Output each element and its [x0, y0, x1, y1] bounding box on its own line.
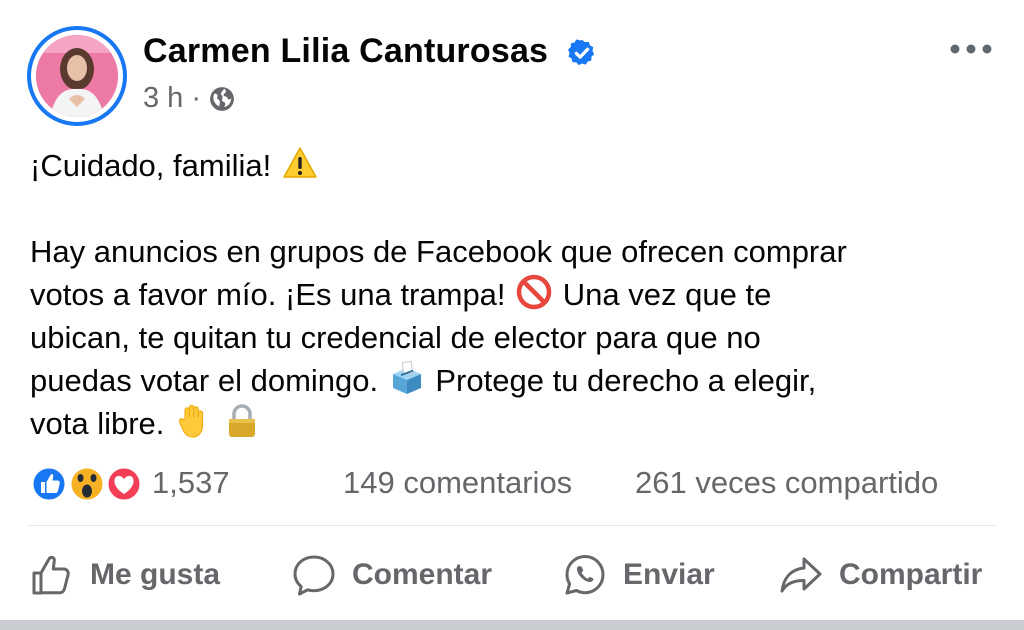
- post-text-line: puedas votar el domingo. Protege tu dere…: [30, 359, 816, 402]
- share-button[interactable]: Compartir: [779, 552, 982, 598]
- author-name[interactable]: Carmen Lilia Canturosas: [143, 32, 548, 71]
- comment-label: Comentar: [352, 558, 493, 591]
- verified-badge-icon: [568, 39, 595, 66]
- post-separator-bar: [0, 620, 1024, 630]
- post-text-segment: vota libre.: [30, 406, 165, 441]
- more-options-icon[interactable]: [948, 34, 994, 64]
- whatsapp-icon: [565, 555, 605, 595]
- post-text-segment: Protege tu derecho a elegir,: [435, 363, 817, 398]
- comment-button[interactable]: Comentar: [292, 552, 492, 598]
- reaction-icons[interactable]: [28, 464, 148, 504]
- divider: [28, 525, 996, 526]
- post-text-segment: votos a favor mío. ¡Es una trampa!: [30, 277, 506, 312]
- post-text-segment: puedas votar el domingo.: [30, 363, 379, 398]
- post-text-segment: ¡Cuidado, familia!: [30, 148, 272, 183]
- love-reaction-icon: [105, 465, 143, 503]
- send-label: Enviar: [623, 558, 715, 591]
- post-text-line: Hay anuncios en grupos de Facebook que o…: [30, 234, 847, 269]
- share-count[interactable]: 261 veces compartido: [635, 465, 938, 501]
- like-reaction-icon: [30, 465, 68, 503]
- comment-count[interactable]: 149 comentarios: [343, 465, 572, 501]
- globe-icon: [210, 86, 234, 111]
- share-label: Compartir: [839, 558, 983, 591]
- wow-reaction-icon: [68, 465, 106, 503]
- post-time[interactable]: 3 h: [143, 82, 183, 115]
- comment-bubble-icon: [293, 555, 335, 596]
- post-text-line: ubican, te quitan tu credencial de elect…: [30, 320, 761, 355]
- locked-emoji-icon: [228, 404, 255, 437]
- ballot-box-emoji-icon: [392, 360, 421, 394]
- post-text-line: ¡Cuidado, familia!: [30, 144, 320, 187]
- prohibited-emoji-icon: [516, 274, 552, 310]
- thumbs-up-icon: [32, 555, 70, 595]
- reaction-count[interactable]: 1,537: [152, 465, 230, 501]
- avatar-photo: [36, 35, 118, 117]
- raised-hand-emoji-icon: [178, 404, 204, 438]
- meta-separator: ·: [191, 82, 201, 114]
- warning-emoji-icon: [283, 147, 317, 178]
- send-button[interactable]: Enviar: [563, 552, 715, 598]
- post-text-segment: Una vez que te: [562, 277, 772, 312]
- author-avatar[interactable]: [27, 26, 127, 126]
- post-text-line: vota libre.: [30, 402, 262, 445]
- post-meta: 3 h ·: [143, 82, 235, 115]
- like-label: Me gusta: [90, 558, 221, 591]
- post-text-line: votos a favor mío. ¡Es una trampa! Una v…: [30, 273, 771, 316]
- share-arrow-icon: [780, 557, 822, 593]
- like-button[interactable]: Me gusta: [30, 552, 220, 598]
